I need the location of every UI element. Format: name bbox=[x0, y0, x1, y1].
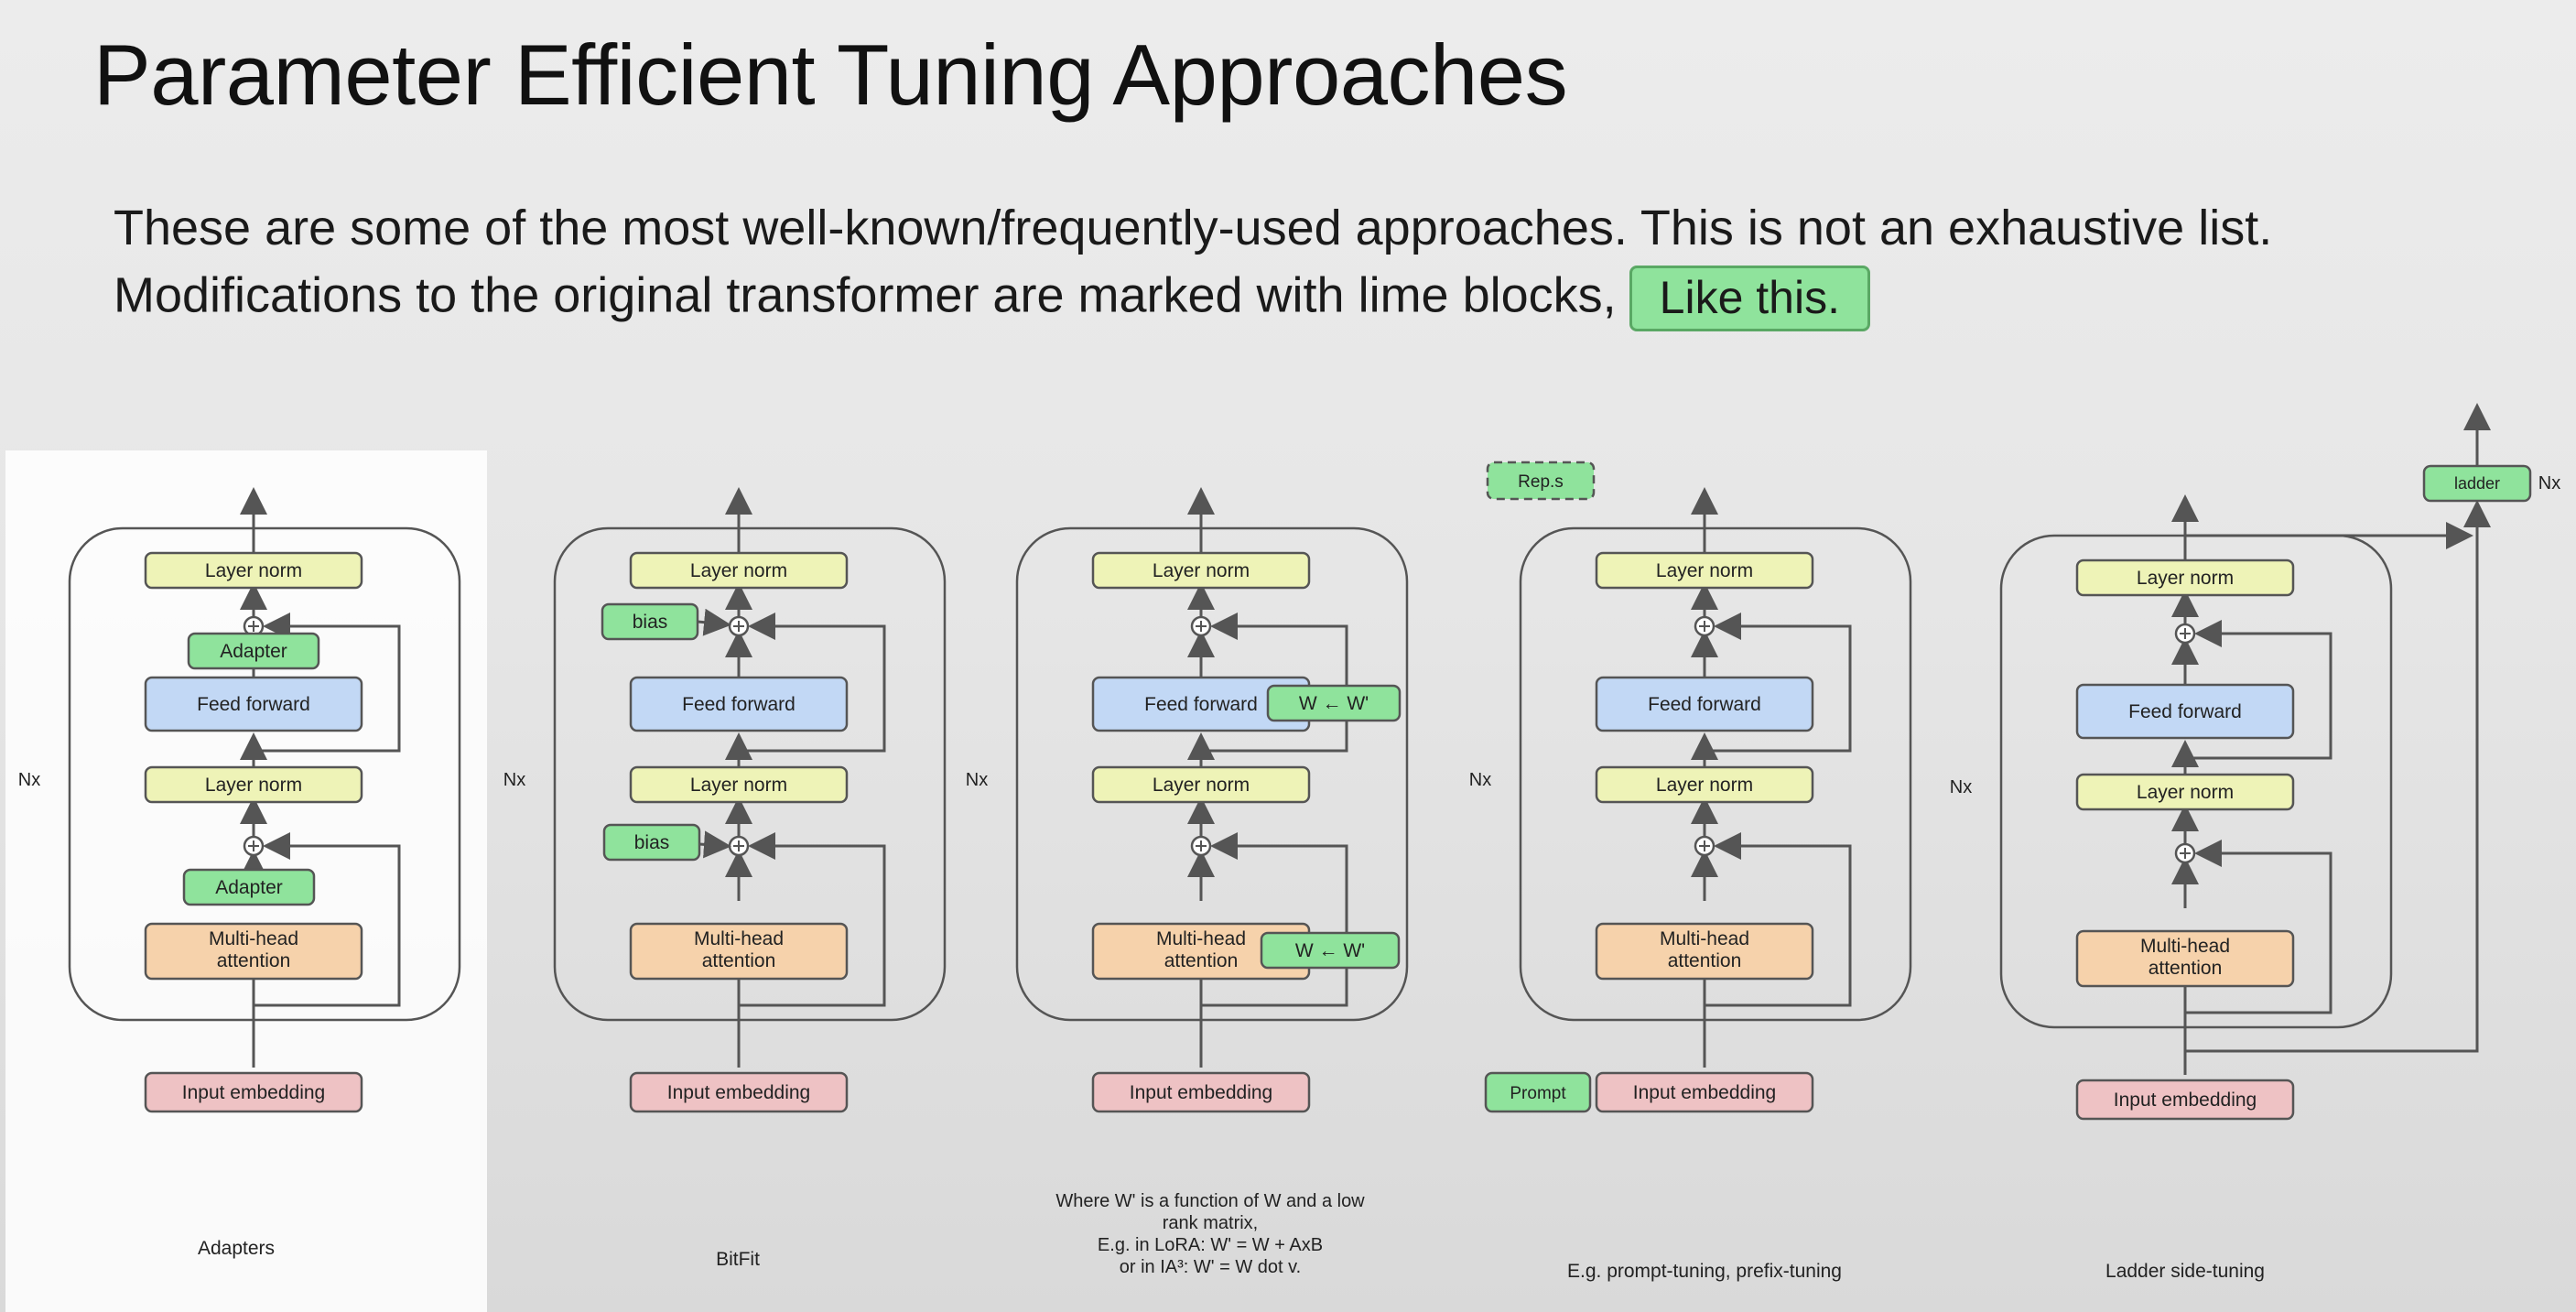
bias-bottom-label: bias bbox=[634, 832, 670, 853]
add-node-bottom bbox=[1694, 835, 1716, 857]
slide-title: Parameter Efficient Tuning Approaches bbox=[93, 27, 1568, 123]
feed-forward-label: Feed forward bbox=[2128, 701, 2242, 722]
attention-label-line2: attention bbox=[1164, 950, 1239, 971]
layer-norm-top-label: Layer norm bbox=[2137, 568, 2234, 589]
panel-caption: BitFit bbox=[716, 1249, 760, 1270]
bias-top-label: bias bbox=[633, 612, 668, 633]
lime-block-example: Like this. bbox=[1629, 266, 1870, 331]
layer-norm-bottom-label: Layer norm bbox=[1153, 775, 1250, 796]
attention-label-line1: Multi-head bbox=[694, 928, 784, 949]
add-node-bottom bbox=[1190, 835, 1212, 857]
add-node-top bbox=[1694, 615, 1716, 637]
input-embedding-label: Input embedding bbox=[1633, 1082, 1776, 1103]
attention-label-line2: attention bbox=[217, 950, 291, 971]
panel-caption: E.g. prompt-tuning, prefix-tuning bbox=[1567, 1261, 1842, 1282]
feed-forward-label: Feed forward bbox=[197, 694, 310, 715]
layer-norm-top-label: Layer norm bbox=[205, 560, 302, 581]
ladder-nx-label: Nx bbox=[2538, 473, 2560, 493]
panel-prompt: Nx Layer norm Feed forward Layer norm Multi-… bbox=[1469, 461, 1912, 1282]
add-node-top bbox=[728, 615, 750, 637]
w-prime-ff-label: W ← W' bbox=[1299, 693, 1369, 714]
layer-norm-top-label: Layer norm bbox=[1656, 560, 1753, 581]
adapter-top-label: Adapter bbox=[220, 641, 287, 662]
panel-ladder: Nx Layer norm Feed forward Layer norm Multi-… bbox=[1950, 403, 2560, 1282]
subtitle-line-2: Modifications to the original transforme… bbox=[114, 266, 1870, 331]
layer-norm-bottom-label: Layer norm bbox=[2137, 782, 2234, 803]
subtitle-line-1: These are some of the most well-known/fr… bbox=[114, 201, 2273, 255]
attention-label-line2: attention bbox=[1668, 950, 1742, 971]
nx-label: Nx bbox=[18, 770, 40, 790]
attention-label-line1: Multi-head bbox=[1156, 928, 1246, 949]
layer-norm-bottom-label: Layer norm bbox=[205, 775, 302, 796]
nx-label: Nx bbox=[966, 770, 988, 790]
diagram-area: Nx Layer norm Feed forward Layer norm Multi-… bbox=[5, 403, 2560, 1312]
caption-line-3: E.g. in LoRA: W' = W + AxB bbox=[1098, 1235, 1323, 1255]
layer-norm-top-label: Layer norm bbox=[1153, 560, 1250, 581]
attention-label-line1: Multi-head bbox=[2140, 936, 2230, 957]
nx-label: Nx bbox=[1950, 777, 1972, 797]
add-node-top bbox=[1190, 615, 1212, 637]
attention-label-line2: attention bbox=[2148, 958, 2223, 979]
feed-forward-label: Feed forward bbox=[682, 694, 796, 715]
bias-top-arrow bbox=[697, 608, 731, 636]
w-prime-attention-label: W ← W' bbox=[1295, 940, 1365, 961]
subtitle-line-2-text: Modifications to the original transforme… bbox=[114, 267, 1617, 323]
adapter-bottom-label: Adapter bbox=[215, 877, 283, 898]
layer-norm-top-label: Layer norm bbox=[690, 560, 787, 581]
prompt-label: Prompt bbox=[1510, 1084, 1566, 1103]
caption-line-2: rank matrix, bbox=[1163, 1213, 1258, 1233]
attention-label-line2: attention bbox=[702, 950, 776, 971]
attention-label-line1: Multi-head bbox=[209, 928, 298, 949]
attention-label-line1: Multi-head bbox=[1660, 928, 1749, 949]
feed-forward-label: Feed forward bbox=[1648, 694, 1761, 715]
input-embedding-label: Input embedding bbox=[667, 1082, 810, 1103]
reps-label: Rep.s bbox=[1518, 472, 1564, 492]
nx-label: Nx bbox=[1469, 770, 1491, 790]
panel-bitfit: Nx Layer norm Feed forward Layer norm Multi-… bbox=[503, 487, 947, 1270]
ladder-label: ladder bbox=[2454, 474, 2500, 493]
panel-caption: Ladder side-tuning bbox=[2105, 1261, 2265, 1282]
add-node-bottom bbox=[2174, 842, 2196, 864]
feed-forward-label: Feed forward bbox=[1144, 694, 1258, 715]
panel-lora: Nx Layer norm Feed forward Layer norm Multi-… bbox=[966, 487, 1409, 1277]
input-embedding-label: Input embedding bbox=[2114, 1090, 2257, 1111]
caption-line-4: or in IA³: W' = W dot v. bbox=[1120, 1257, 1302, 1277]
caption-line-1: Where W' is a function of W and a low bbox=[1055, 1191, 1365, 1211]
add-node-top bbox=[2174, 623, 2196, 645]
layer-norm-bottom-label: Layer norm bbox=[1656, 775, 1753, 796]
input-embedding-label: Input embedding bbox=[1130, 1082, 1272, 1103]
panel-caption: Adapters bbox=[198, 1238, 275, 1259]
bias-bottom-arrow bbox=[698, 830, 731, 859]
layer-norm-bottom-label: Layer norm bbox=[690, 775, 787, 796]
nx-label: Nx bbox=[503, 770, 525, 790]
input-embedding-label: Input embedding bbox=[182, 1082, 325, 1103]
add-node-bottom bbox=[243, 835, 265, 857]
add-node-bottom bbox=[728, 835, 750, 857]
